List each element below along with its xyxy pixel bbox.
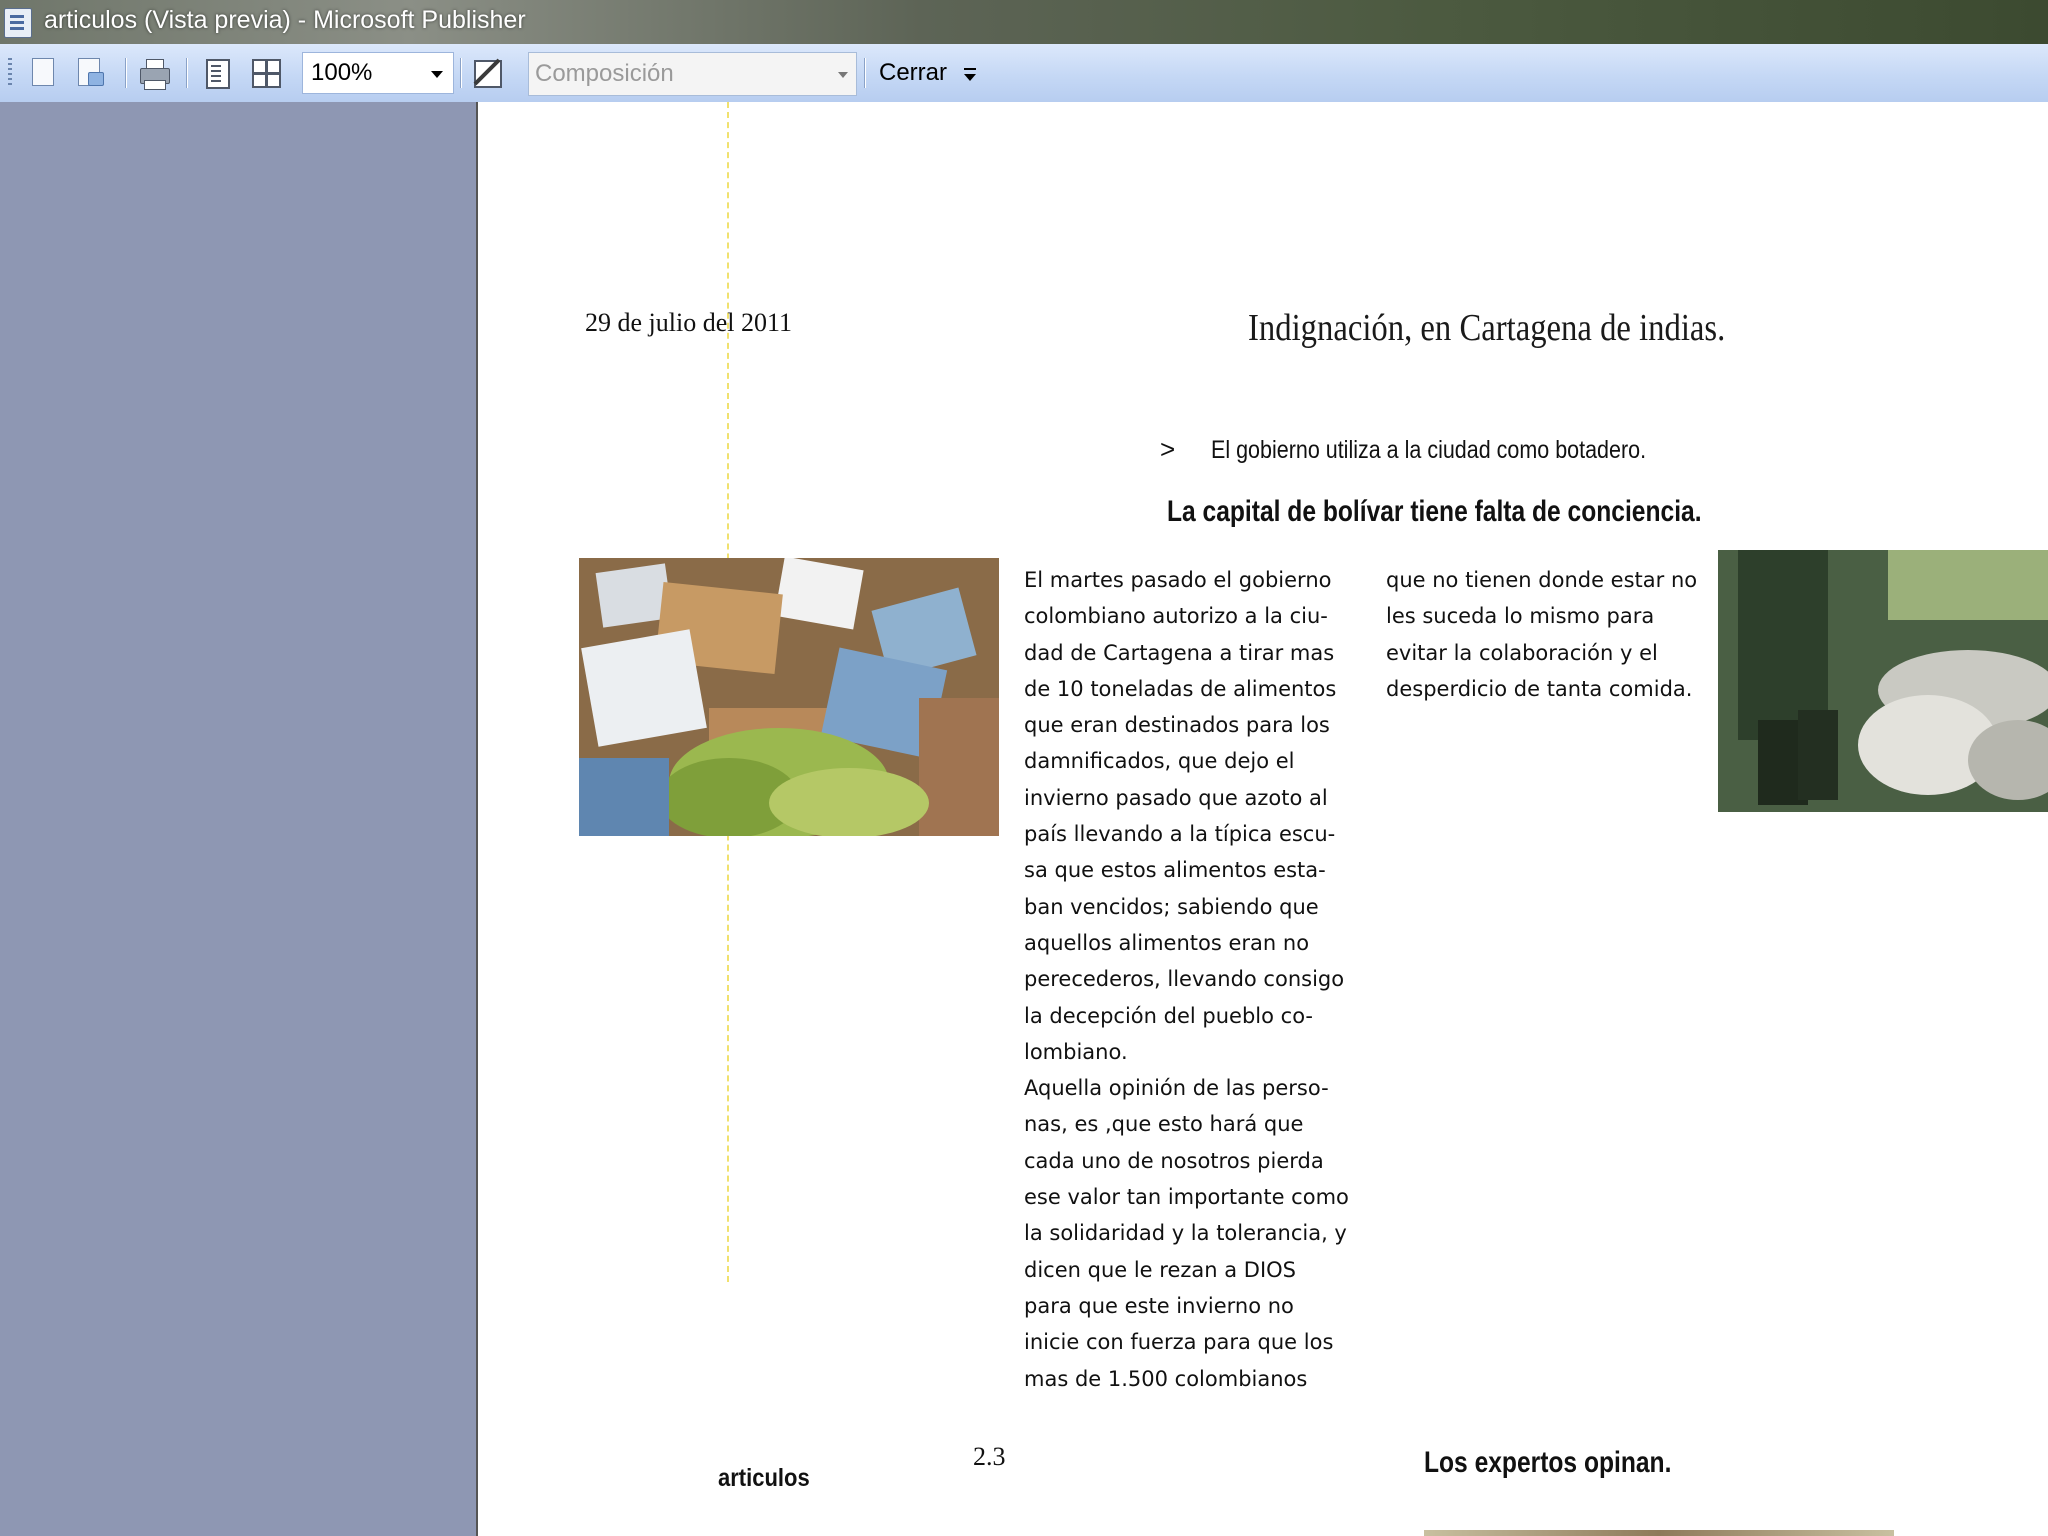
- article-line: ban vencidos; sabiendo que: [1024, 894, 1319, 919]
- toolbar-grip[interactable]: [8, 58, 12, 88]
- footer-label: articulos: [718, 1464, 810, 1492]
- article-line: inicie con fuerza para que los: [1024, 1330, 1334, 1355]
- article-line: Aquella opinión de las perso-: [1024, 1076, 1329, 1101]
- article-line: que eran destinados para los: [1024, 713, 1330, 738]
- window-title: articulos (Vista previa) - Microsoft Pub…: [44, 6, 526, 34]
- print-icon[interactable]: [137, 56, 171, 90]
- print-preview-icon[interactable]: [72, 56, 106, 90]
- composition-select[interactable]: Composición: [528, 52, 857, 96]
- toolbar-separator: [460, 58, 461, 88]
- toolbar-options-icon[interactable]: [962, 68, 978, 88]
- bullet-symbol: >: [1160, 434, 1176, 464]
- article-line: invierno pasado que azoto al: [1024, 785, 1328, 810]
- publisher-icon: [4, 8, 32, 38]
- page-setup-icon[interactable]: [26, 56, 60, 90]
- section-heading: Los expertos opinan.: [1424, 1446, 1672, 1479]
- article-line: mas de 1.500 colombianos: [1024, 1366, 1308, 1391]
- toolbar-separator: [186, 58, 187, 88]
- title-bar: articulos (Vista previa) - Microsoft Pub…: [0, 0, 2048, 44]
- close-button[interactable]: Cerrar: [870, 52, 956, 94]
- zoom-select[interactable]: 100%: [302, 52, 454, 94]
- article-line: la solidaridad y la tolerancia, y: [1024, 1221, 1347, 1246]
- article-line: dicen que le rezan a DIOS: [1024, 1257, 1297, 1282]
- article-column-1: El martes pasado el gobierno colombiano a…: [1024, 562, 1370, 1397]
- article-subheadline: La capital de bolívar tiene falta de con…: [1167, 495, 1702, 528]
- article-line: perecederos, llevando consigo: [1024, 967, 1345, 992]
- article-column-2: que no tienen donde estar no les suceda l…: [1386, 562, 1730, 707]
- article-line: desperdicio de tanta comida.: [1386, 676, 1693, 701]
- article-line: país llevando a la típica escu-: [1024, 822, 1336, 847]
- print-preview-toolbar: 100% Composición Cerrar: [0, 44, 2048, 103]
- article-line: que no tienen donde estar no: [1386, 568, 1698, 592]
- article-date: 29 de julio del 2011: [585, 308, 793, 337]
- bullet-text: El gobierno utiliza a la ciudad como bot…: [1211, 436, 1647, 464]
- article-line: cada uno de nosotros pierda: [1024, 1148, 1324, 1173]
- bottom-photo-edge: [1424, 1530, 1894, 1536]
- article-line: El martes pasado el gobierno: [1024, 568, 1332, 592]
- article-line: damnificados, que dejo el: [1024, 749, 1295, 774]
- article-line: les suceda lo mismo para: [1386, 604, 1655, 629]
- toolbar-separator: [125, 58, 126, 88]
- article-line: colombiano autorizo a la ciu-: [1024, 604, 1328, 629]
- article-line: nas, es ,que esto hará que: [1024, 1112, 1304, 1137]
- chevron-down-icon[interactable]: [431, 71, 443, 78]
- food-boxes-photo: [579, 558, 999, 836]
- workers-photo: [1718, 550, 2048, 812]
- article-headline: Indignación, en Cartagena de indias.: [1248, 307, 1726, 349]
- article-line: ese valor tan importante como: [1024, 1185, 1349, 1210]
- article-line: la decepción del pueblo co-: [1024, 1003, 1314, 1028]
- article-line: sa que estos alimentos esta-: [1024, 858, 1326, 883]
- chevron-down-icon[interactable]: [838, 72, 848, 78]
- toolbar-separator: [864, 58, 865, 88]
- one-page-icon[interactable]: [200, 56, 234, 90]
- article-line: para que este invierno no: [1024, 1293, 1294, 1318]
- article-line: dad de Cartagena a tirar mas: [1024, 640, 1335, 665]
- article-line: evitar la colaboración y el: [1386, 640, 1658, 665]
- left-panel: [0, 102, 478, 1536]
- zoom-value: 100%: [311, 59, 373, 86]
- article-line: aquellos alimentos eran no: [1024, 930, 1310, 955]
- article-line: de 10 toneladas de alimentos: [1024, 676, 1337, 701]
- document-page: 29 de julio del 2011 Indignación, en Car…: [478, 102, 2048, 1536]
- multiple-pages-icon[interactable]: [248, 56, 282, 90]
- article-line: lombiano.: [1024, 1039, 1128, 1064]
- page-number: 2.3: [973, 1442, 1006, 1471]
- composition-value: Composición: [535, 60, 674, 87]
- pen-icon[interactable]: [472, 58, 502, 88]
